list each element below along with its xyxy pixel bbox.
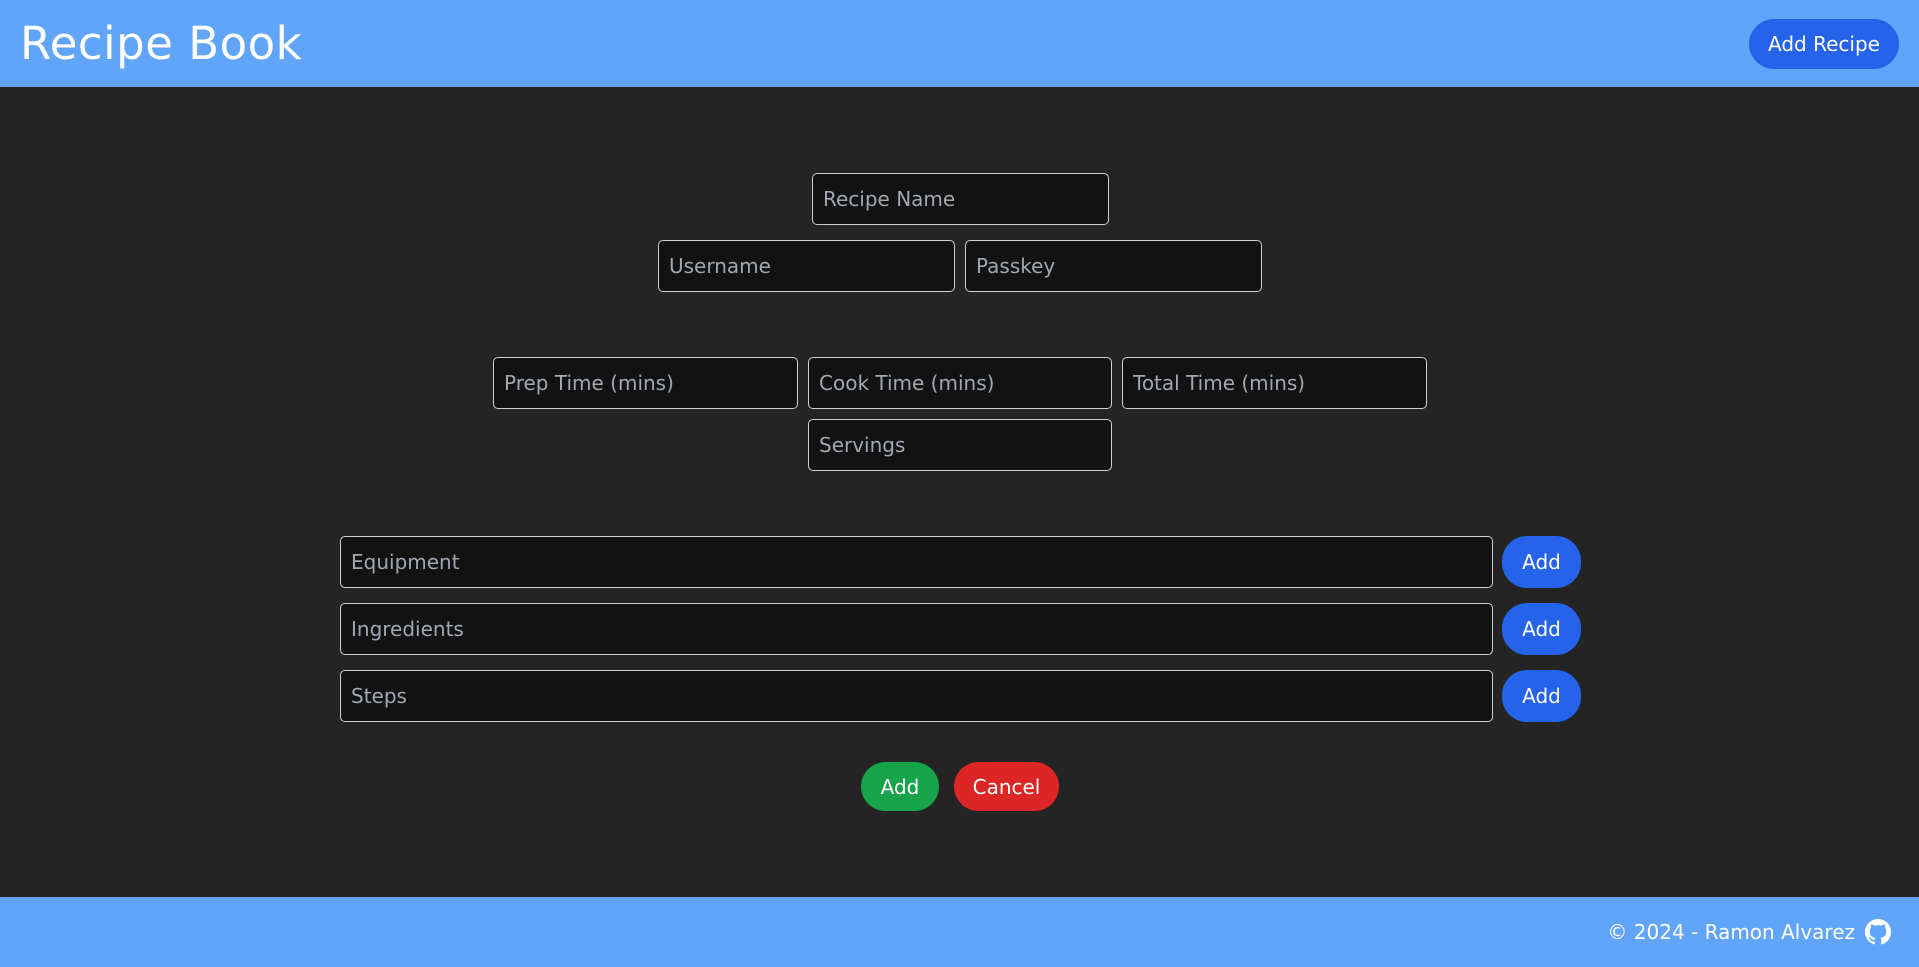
app-footer: © 2024 - Ramon Alvarez [0, 897, 1919, 967]
app-header: Recipe Book Add Recipe [0, 0, 1919, 87]
prep-time-input[interactable] [493, 357, 798, 409]
equipment-input[interactable] [340, 536, 1493, 588]
copyright-text: © 2024 - Ramon Alvarez [1607, 920, 1855, 944]
submit-recipe-button[interactable]: Add [861, 762, 939, 811]
add-step-button[interactable]: Add [1502, 670, 1581, 722]
ingredients-input[interactable] [340, 603, 1493, 655]
total-time-input[interactable] [1122, 357, 1427, 409]
add-ingredient-button[interactable]: Add [1502, 603, 1581, 655]
steps-input[interactable] [340, 670, 1493, 722]
cancel-button[interactable]: Cancel [954, 762, 1059, 811]
cook-time-input[interactable] [808, 357, 1112, 409]
servings-input[interactable] [808, 419, 1112, 471]
passkey-input[interactable] [965, 240, 1262, 292]
page-title: Recipe Book [20, 17, 303, 70]
username-input[interactable] [658, 240, 955, 292]
recipe-name-input[interactable] [812, 173, 1109, 225]
add-recipe-button[interactable]: Add Recipe [1749, 18, 1899, 69]
add-equipment-button[interactable]: Add [1502, 536, 1581, 588]
github-icon[interactable] [1865, 919, 1891, 945]
